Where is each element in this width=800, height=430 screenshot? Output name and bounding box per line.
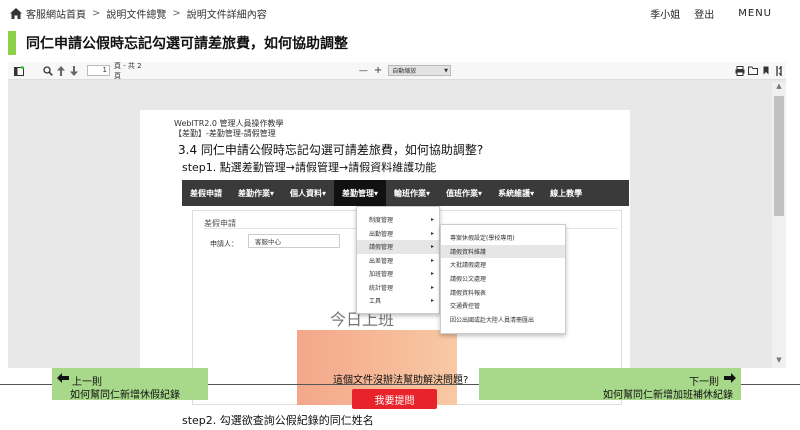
shot-nav-bar: 差假申請 差勤作業▾ 個人資料▾ 差勤管理▾ 輪班作業▾ 值班作業▾ 系統維護▾… — [182, 180, 629, 206]
page-title: 同仁申請公假時忘記勾選可請差旅費，如何協助調整 — [26, 36, 348, 52]
title-bar: 同仁申請公假時忘記勾選可請差旅費，如何協助調整 — [0, 29, 800, 57]
viewer-toolbar: 1 頁 - 共 2 頁 — + 自動縮放 ▼ — [8, 62, 786, 80]
chevron-right-icon: ▸ — [430, 297, 434, 305]
shot-applicant-label: 申請人： — [210, 240, 238, 248]
chevron-right-icon: ▸ — [430, 229, 434, 237]
zoom-select[interactable]: 自動縮放 ▼ — [388, 65, 451, 76]
doc-step1: step1. 點選差勤管理→請假管理→請假資料維護功能 — [182, 161, 437, 174]
shot-menu1-item: 出勤管理 ▸ — [357, 227, 439, 241]
doc-header-path: 【差勤】-差勤管理-請假管理 — [174, 129, 276, 138]
shot-menu1-item: 工具 ▸ — [357, 294, 439, 308]
ask-question-button[interactable]: 我要提問 — [352, 389, 437, 409]
shot-menu2-item: 大批請假處理 — [450, 262, 487, 270]
open-file-icon[interactable] — [746, 64, 759, 78]
breadcrumb-doc-detail: 說明文件詳細內容 — [186, 9, 267, 21]
pdf-viewer: 1 頁 - 共 2 頁 — + 自動縮放 ▼ WebITR2.0 管理人員操作教… — [8, 62, 786, 430]
zoom-in-button[interactable]: + — [374, 65, 382, 76]
shot-nav-item-active: 差勤管理▾ — [334, 180, 387, 206]
chevron-right-icon: ▸ — [430, 270, 434, 278]
zoom-out-button[interactable]: — — [359, 66, 368, 76]
zoom-select-value: 自動縮放 — [392, 68, 417, 75]
shot-menu1-item: 出差管理 ▸ — [357, 254, 439, 268]
arrow-right-icon — [724, 373, 736, 383]
next-page-icon[interactable] — [68, 64, 81, 78]
shot-menu1-label: 工具 — [369, 298, 382, 306]
shot-menu2-item: 請假公文處理 — [450, 276, 487, 284]
chevron-right-icon: ▸ — [430, 256, 434, 264]
previous-article-link[interactable]: 上一則 如何幫同仁新增休假紀錄 — [52, 368, 208, 401]
search-icon[interactable] — [41, 64, 54, 78]
bookmark-icon[interactable] — [759, 64, 772, 78]
shot-applicant-input: 客服中心 — [248, 234, 340, 248]
doc-step2: step2. 勾選欲查詢公假紀錄的同仁姓名 — [182, 414, 374, 427]
user-name[interactable]: 季小姐 — [650, 6, 680, 21]
shot-menu1-item: 統計管理 ▸ — [357, 281, 439, 295]
shot-menu1-label: 統計管理 — [369, 284, 394, 292]
previous-title: 如何幫同仁新增休假紀錄 — [70, 390, 180, 401]
top-bar: 客服網站首頁 > 說明文件總覽 > 說明文件詳細內容 季小姐 登出 MENU — [0, 0, 800, 26]
breadcrumb-separator: > — [92, 7, 101, 19]
shot-nav-item: 輪班作業▾ — [394, 188, 431, 198]
shot-nav-item: 個人資料▾ — [290, 188, 327, 198]
user-area: 季小姐 登出 MENU — [650, 0, 800, 26]
shot-menu1-item-highlighted: 請假管理 ▸ — [357, 240, 439, 254]
print-icon[interactable] — [733, 64, 746, 78]
shot-menu1-item: 制度管理 ▸ — [357, 213, 439, 227]
page-number-input[interactable]: 1 — [87, 65, 110, 76]
scrollbar[interactable]: ▲ ▼ — [772, 82, 786, 368]
breadcrumb-home[interactable]: 客服網站首頁 — [26, 6, 86, 21]
breadcrumb-docs-overview[interactable]: 說明文件總覽 — [106, 6, 166, 21]
shot-nav-item: 差勤作業▾ — [238, 188, 275, 198]
logout-link[interactable]: 登出 — [694, 6, 714, 21]
shot-menu1-item: 加班管理 ▸ — [357, 267, 439, 281]
page-count: 頁 - 共 2 頁 — [113, 61, 142, 80]
sidebar-toggle-icon[interactable] — [12, 64, 25, 78]
next-title: 如何幫同仁新增加班補休紀錄 — [603, 390, 733, 401]
shot-menu2-item: 專案休假設定(學校專用) — [450, 235, 515, 243]
tools-menu-icon[interactable] — [773, 64, 786, 78]
help-question-text: 這個文件沒辦法幫助解決問題? — [333, 375, 469, 386]
shot-menu2-item-highlighted: 請假資料維護 — [441, 244, 565, 259]
shot-nav-item: 線上教學 — [550, 188, 583, 198]
shot-nav-item: 差假申請 — [190, 188, 222, 198]
chevron-right-icon: ▸ — [430, 216, 434, 224]
shot-nav-item: 系統維護▾ — [498, 188, 535, 198]
shot-menu1-label: 請假管理 — [369, 244, 394, 252]
shot-menu2-item: 因公出國或赴大陸人員清冊匯出 — [450, 316, 535, 324]
shot-nav-item: 值班作業▾ — [446, 188, 483, 198]
shot-menu1-label: 加班管理 — [369, 271, 394, 279]
previous-page-icon[interactable] — [55, 64, 68, 78]
shot-menu1-label: 出勤管理 — [369, 230, 394, 238]
chevron-down-icon: ▼ — [444, 67, 448, 74]
arrow-left-icon — [57, 373, 69, 383]
scroll-thumb[interactable] — [774, 96, 784, 216]
shot-menu-level2: 專案休假設定(學校專用) 請假資料維護 大批請假處理 請假公文處理 請假資料報表… — [440, 224, 566, 334]
shot-menu2-item: 交通費控管 — [450, 303, 481, 311]
breadcrumb: 客服網站首頁 > 說明文件總覽 > 說明文件詳細內容 — [10, 6, 267, 21]
home-icon[interactable] — [10, 7, 22, 19]
menu-button[interactable]: MENU — [738, 8, 772, 19]
chevron-right-icon: ▸ — [430, 283, 434, 291]
scroll-down-arrow-icon[interactable]: ▼ — [772, 356, 786, 368]
doc-heading: 3.4 同仁申請公假時忘記勾選可請差旅費，如何協助調整? — [178, 143, 484, 157]
next-article-link[interactable]: 下一則 如何幫同仁新增加班補休紀錄 — [479, 368, 741, 401]
shot-menu-level1: 制度管理 ▸ 出勤管理 ▸ 請假管理 ▸ 出差管理 ▸ 加班管理 ▸ 統計管理 ▸ 工具 ▸ — [356, 206, 440, 314]
scroll-up-arrow-icon[interactable]: ▲ — [772, 82, 786, 94]
title-accent-bar — [8, 31, 16, 55]
breadcrumb-separator: > — [172, 7, 181, 19]
shot-menu1-label: 制度管理 — [369, 217, 394, 225]
shot-menu1-label: 出差管理 — [369, 257, 394, 265]
chevron-right-icon: ▸ — [430, 243, 434, 251]
shot-menu2-item: 請假資料報表 — [450, 289, 487, 297]
